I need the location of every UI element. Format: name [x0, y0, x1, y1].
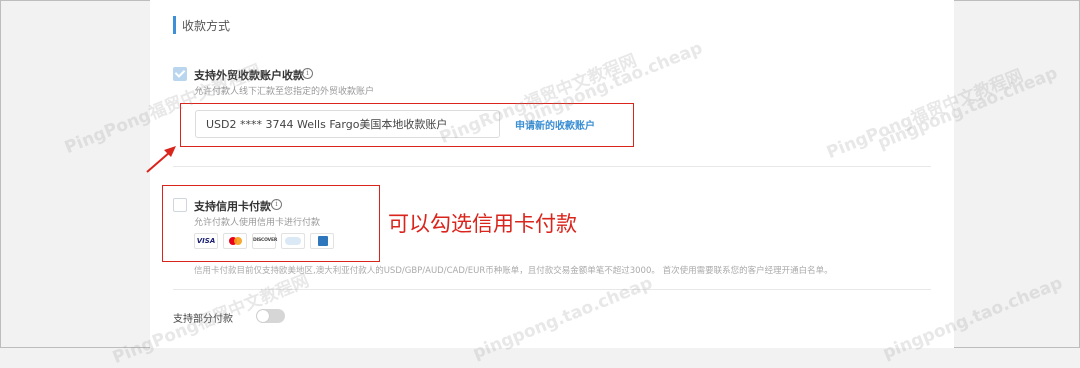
annotation-arrow-icon — [146, 146, 176, 173]
